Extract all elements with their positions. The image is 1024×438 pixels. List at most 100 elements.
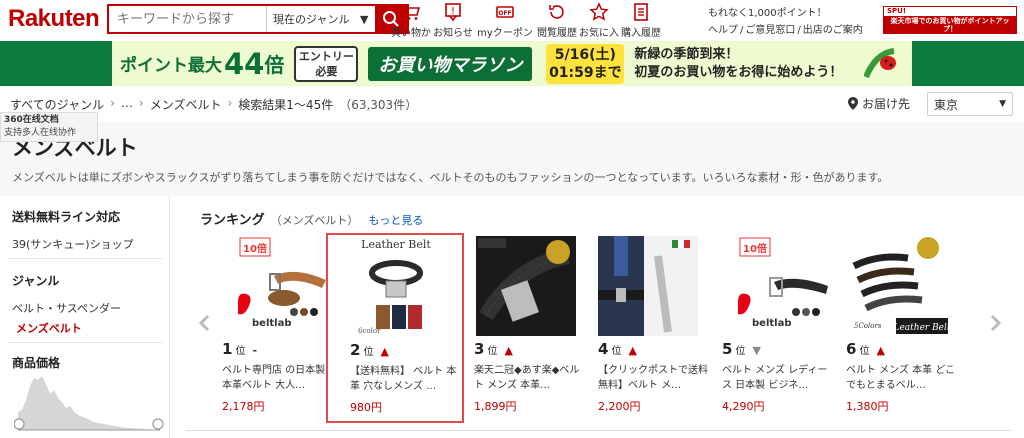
page-description: メンズベルトは単にズボンやスラックスがずり落ちてしまう事を防ぐだけではなく、ベル… — [12, 171, 889, 184]
breadcrumb: すべてのジャンル › … › メンズベルト › 検索結果1～45件 （63,30… — [10, 96, 417, 113]
campaign-content: ポイント最大 44 倍 エントリー 必要 お買い物マラソン 5/16(土) 01… — [112, 41, 912, 86]
search-input[interactable] — [109, 6, 266, 32]
carousel-next-icon[interactable] — [988, 314, 1002, 332]
rank-position: 5 位 ▼ — [722, 340, 761, 358]
chevron-right-icon: › — [227, 96, 233, 110]
sidebar: 送料無料ライン対応 39(サンキュー)ショップ ジャンル ベルト・サスペンダー … — [0, 196, 170, 438]
trend-up-icon: ▲ — [380, 345, 389, 358]
product-name[interactable]: 【送料無料】 ベルト 本革 穴なしメンズ … — [350, 364, 464, 394]
trend-up-icon: ▲ — [504, 344, 513, 357]
product-name[interactable]: ベルト専門店 の日本製 本革ベルト 大人… — [222, 363, 336, 393]
chevron-right-icon: › — [110, 96, 115, 110]
rank-position: 3 位 ▲ — [474, 340, 513, 358]
ranking-subtitle: （メンズベルト） — [270, 214, 359, 227]
cart-icon — [403, 4, 421, 20]
product-name[interactable]: 楽天二冠◆あす楽◆ベルト メンズ 本革… — [474, 363, 588, 393]
product-price: 980円 — [350, 401, 382, 414]
location-pin-icon — [848, 97, 858, 110]
breadcrumb-current[interactable]: メンズベルト — [150, 96, 222, 113]
product-price: 1,899円 — [474, 400, 517, 413]
entry-line2: 必要 — [315, 64, 338, 78]
product-image: Leather Belt 6color — [358, 238, 431, 335]
rank-suffix: 位 — [611, 346, 622, 357]
entry-badge: エントリー 必要 — [294, 45, 359, 82]
title-area: メンズベルト メンズベルトは単にズボンやスラックスがずり落ちてしまう事を防ぐだけ… — [0, 122, 1024, 196]
point-value: 44 — [224, 46, 265, 81]
delivery-label: お届け先 — [848, 95, 910, 112]
link-sep: / — [740, 25, 744, 36]
breadcrumb-root[interactable]: すべてのジャンル — [10, 96, 104, 113]
trend-down-icon: ▼ — [752, 344, 761, 357]
date-line1: 5/16(土) — [554, 46, 616, 63]
divider — [8, 258, 162, 259]
tooltip-line1: 360在线文档 — [4, 115, 59, 125]
spu-banner[interactable]: SPU! 楽天市場でのお買い物がポイントアップ！ — [883, 6, 1017, 34]
ranking-item[interactable]: 5Colors Leather Belt 6 位 ▲ ベルト メンズ 本革 どこ… — [846, 236, 970, 416]
free-shipping-item[interactable]: 39(サンキュー)ショップ — [0, 236, 134, 252]
product-name[interactable]: ベルト メンズ 本革 どこでもとまるベル… — [846, 363, 960, 393]
leather-belt-title: Leather Belt — [361, 238, 431, 251]
rank-number: 1 — [222, 340, 233, 358]
rakuten-logo[interactable]: Rakuten — [8, 5, 100, 33]
chevron-down-icon: ▼ — [360, 12, 369, 26]
header-right: もれなく1,000ポイント！ ヘルプ / ご意見窓口 / 出店のご案内 — [708, 5, 865, 39]
price-histogram[interactable] — [14, 372, 164, 432]
delivery-region-value: 東京 — [934, 97, 959, 112]
help-link[interactable]: ヘルプ — [708, 25, 738, 36]
price-max-handle — [152, 418, 164, 430]
carousel-prev-icon[interactable] — [198, 314, 212, 332]
ranking-more-link[interactable]: もっと見る — [368, 212, 423, 228]
ranking-title: ランキング — [200, 213, 265, 228]
delivery-region-select[interactable]: 東京 ▼ — [927, 92, 1013, 116]
campaign-banner[interactable]: ポイント最大 44 倍 エントリー 必要 お買い物マラソン 5/16(土) 01… — [0, 41, 1024, 86]
beltlab-logo: beltlab — [752, 318, 791, 329]
point-label: ポイント最大 — [120, 56, 222, 76]
feedback-link[interactable]: ご意見窓口 — [745, 25, 795, 36]
merchant-link[interactable]: 出店のご案内 — [803, 25, 863, 36]
price-heading: 商品価格 — [12, 356, 61, 370]
breadcrumb-ellipsis[interactable]: … — [121, 96, 133, 113]
product-name[interactable]: ベルト メンズ レディース 日本製 ビジネ… — [722, 363, 836, 393]
price-min-handle — [14, 418, 25, 430]
product-price: 4,290円 — [722, 400, 765, 413]
svg-text:!: ! — [451, 6, 455, 17]
rank-suffix: 位 — [487, 346, 498, 357]
divider — [8, 342, 162, 343]
leather-belt-title: Leather Belt — [892, 323, 948, 333]
results-count: （63,303件） — [339, 98, 418, 112]
svg-text:OFF: OFF — [498, 10, 511, 17]
rank-position: 1 位 - — [222, 340, 257, 358]
promo-text[interactable]: もれなく1,000ポイント！ — [708, 5, 865, 22]
delivery-text: お届け先 — [862, 97, 911, 111]
bell-icon: ! — [445, 3, 461, 22]
ranking-item[interactable]: 4 位 ▲ 【クリックポストで送料無料】ベルト メ… 2,200円 — [598, 236, 722, 416]
results-range: 検索結果1～45件 — [238, 98, 334, 112]
entry-line1: エントリー — [298, 49, 354, 63]
product-price: 1,380円 — [846, 400, 889, 413]
ranking-item[interactable]: Leather Belt 6color 2 位 ▲ 【送料無料】 ベルト 本革 … — [326, 233, 464, 423]
genre-select[interactable]: 現在のジャンル ▼ — [266, 6, 375, 32]
product-price: 2,200円 — [598, 400, 641, 413]
coupon-icon: OFF — [496, 6, 514, 18]
product-name[interactable]: 【クリックポストで送料無料】ベルト メ… — [598, 363, 712, 393]
header-links: ヘルプ / ご意見窓口 / 出店のご案内 — [708, 22, 865, 39]
ranking-header: ランキング （メンズベルト） もっと見る — [200, 209, 423, 228]
notice-label: お知らせ — [433, 28, 473, 39]
badge-10x: 10倍 — [743, 242, 767, 255]
trend-up-icon: ▲ — [876, 344, 885, 357]
genre-current[interactable]: メンズベルト — [0, 320, 82, 336]
receipt-icon — [634, 3, 648, 21]
marathon-logo: お買い物マラソン — [368, 46, 533, 81]
product-image — [476, 236, 576, 336]
spu-text: 楽天市場でのお買い物がポイントアップ！ — [884, 16, 1016, 33]
product-image — [598, 236, 698, 336]
history-icon — [549, 5, 564, 19]
genre-heading: ジャンル — [12, 274, 60, 288]
ladybug-icon — [864, 48, 896, 79]
genre-parent[interactable]: ベルト・サスペンダー — [0, 300, 121, 316]
chevron-down-icon: ▼ — [999, 99, 1006, 109]
ranking-item[interactable]: 10倍 beltlab 5 位 ▼ ベルト メンズ レディース 日本製 ビジネ…… — [722, 236, 846, 416]
msg-line2: 初夏のお買い物をお得に始めよう！ — [634, 64, 843, 80]
ranking-item[interactable]: 3 位 ▲ 楽天二冠◆あす楽◆ベルト メンズ 本革… 1,899円 — [474, 236, 598, 416]
rank-position: 6 位 ▲ — [846, 340, 885, 358]
